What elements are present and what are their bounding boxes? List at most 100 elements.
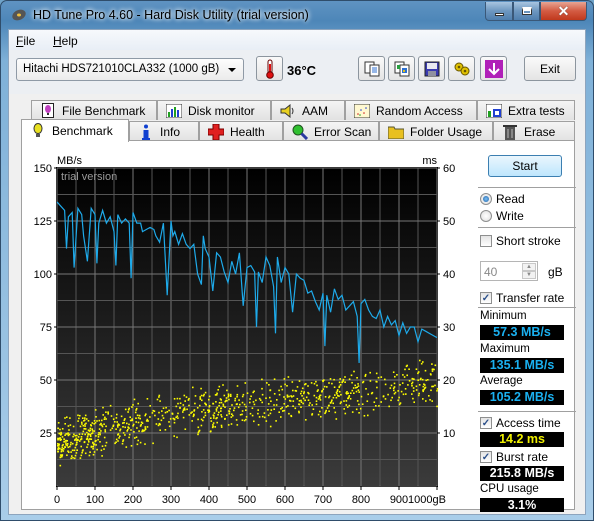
read-radio[interactable]: Read (480, 192, 525, 206)
short-stroke-size-input[interactable]: 40 ▲ ▼ (480, 261, 538, 281)
download-button[interactable] (480, 56, 507, 81)
access-time-point (215, 394, 218, 396)
access-time-point (112, 418, 115, 420)
access-time-point (224, 406, 226, 408)
temperature-button[interactable] (256, 56, 283, 81)
drive-select[interactable]: Hitachi HDS721010CLA332 (1000 gB) (16, 58, 244, 81)
short-stroke-checkbox[interactable]: Short stroke (480, 234, 561, 248)
access-time-point (286, 385, 288, 387)
access-time-point (311, 413, 314, 415)
access-time-point (95, 435, 97, 437)
access-time-point (80, 436, 83, 438)
access-time-point (213, 417, 215, 419)
access-time-point (93, 430, 95, 432)
access-time-point (354, 384, 356, 387)
access-time-point (158, 411, 160, 414)
access-time-point (194, 402, 196, 405)
average-value: 105.2 MB/s (480, 390, 564, 405)
copy-screenshot-button[interactable] (388, 56, 415, 81)
access-time-checkbox[interactable]: ✓ Access time (480, 416, 561, 430)
access-time-point (305, 419, 307, 421)
access-time-point (287, 376, 290, 378)
tab-disk-monitor[interactable]: Disk monitor (157, 100, 271, 120)
thermometer-icon (265, 59, 274, 79)
access-time-value: 14.2 ms (480, 432, 564, 447)
close-button[interactable]: ✕ (540, 2, 587, 21)
access-time-point (197, 418, 199, 421)
minimize-button[interactable] (485, 2, 513, 21)
access-time-point (144, 427, 147, 430)
spin-down-icon[interactable]: ▼ (522, 271, 536, 279)
access-time-point (257, 424, 260, 426)
exit-button[interactable]: Exit (524, 56, 576, 81)
tab-erase[interactable]: Erase (493, 121, 575, 141)
access-time-point (267, 403, 270, 405)
access-time-point (105, 418, 107, 420)
title-bar[interactable]: HD Tune Pro 4.60 - Hard Disk Utility (tr… (1, 1, 593, 29)
tab-extra-tests[interactable]: Extra tests (477, 100, 575, 120)
access-time-point (208, 395, 211, 398)
access-time-point (356, 386, 358, 388)
tab-health[interactable]: Health (199, 121, 283, 141)
tab-benchmark[interactable]: Benchmark (21, 119, 129, 142)
menu-help[interactable]: Help (53, 34, 78, 48)
access-time-point (117, 440, 119, 442)
write-radio[interactable]: Write (480, 209, 524, 223)
access-time-point (384, 378, 386, 381)
tab-folder-usage[interactable]: Folder Usage (379, 121, 493, 141)
access-time-point (192, 386, 194, 389)
access-time-point (358, 403, 360, 406)
access-time-point (309, 402, 311, 404)
tab-file-benchmark[interactable]: File Benchmark (31, 100, 157, 120)
spin-up-icon[interactable]: ▲ (522, 263, 536, 271)
access-time-point (319, 394, 322, 397)
access-time-point (429, 399, 431, 401)
copy-text-button[interactable] (358, 56, 385, 81)
access-time-point (372, 408, 375, 411)
access-time-point (284, 398, 287, 400)
divider (478, 307, 576, 308)
burst-rate-checkbox[interactable]: ✓ Burst rate (480, 450, 548, 464)
access-time-point (84, 414, 87, 417)
tab-error-scan[interactable]: Error Scan (283, 121, 379, 141)
access-time-point (114, 421, 116, 423)
transfer-rate-checkbox[interactable]: ✓ Transfer rate (480, 291, 564, 305)
access-time-point (144, 443, 146, 445)
access-time-point (107, 411, 109, 413)
access-time-point (76, 441, 78, 444)
access-time-point (257, 409, 259, 411)
maximize-button[interactable] (513, 2, 540, 21)
tab-label: Info (160, 124, 181, 139)
access-time-point (388, 405, 390, 408)
access-time-point (204, 414, 207, 417)
access-time-point (288, 412, 290, 415)
access-time-point (236, 385, 239, 387)
access-time-point (241, 410, 244, 412)
access-time-point (164, 411, 167, 414)
tab-info[interactable]: Info (129, 121, 199, 141)
access-time-point (59, 464, 62, 467)
access-time-point (70, 457, 72, 460)
y-left-tick-label: 75 (40, 322, 52, 334)
access-time-point (193, 410, 195, 412)
save-button[interactable] (418, 56, 445, 81)
access-time-point (73, 457, 76, 460)
access-time-point (375, 397, 378, 400)
burst-rate-value: 215.8 MB/s (480, 466, 564, 481)
drive-select-value: Hitachi HDS721010CLA332 (1000 gB) (23, 63, 220, 75)
access-time-point (320, 415, 322, 418)
access-time-point (301, 387, 304, 390)
start-button[interactable]: Start (488, 155, 562, 177)
menu-file[interactable]: File (16, 34, 35, 48)
access-time-point (249, 401, 251, 404)
access-time-point (182, 411, 184, 413)
access-time-point (353, 370, 355, 373)
options-button[interactable] (448, 56, 475, 81)
y-left-tick-label: 25 (40, 428, 52, 440)
tab-aam[interactable]: AAM (271, 100, 345, 120)
access-time-point (431, 385, 433, 388)
access-time-point (94, 409, 97, 411)
save-icon (424, 61, 439, 76)
benchmark-chart: 0 100 200 300 400 500 600 700 800 900 1000gB 25 50 75… (22, 141, 462, 511)
tab-random-access[interactable]: Random Access (345, 100, 477, 120)
